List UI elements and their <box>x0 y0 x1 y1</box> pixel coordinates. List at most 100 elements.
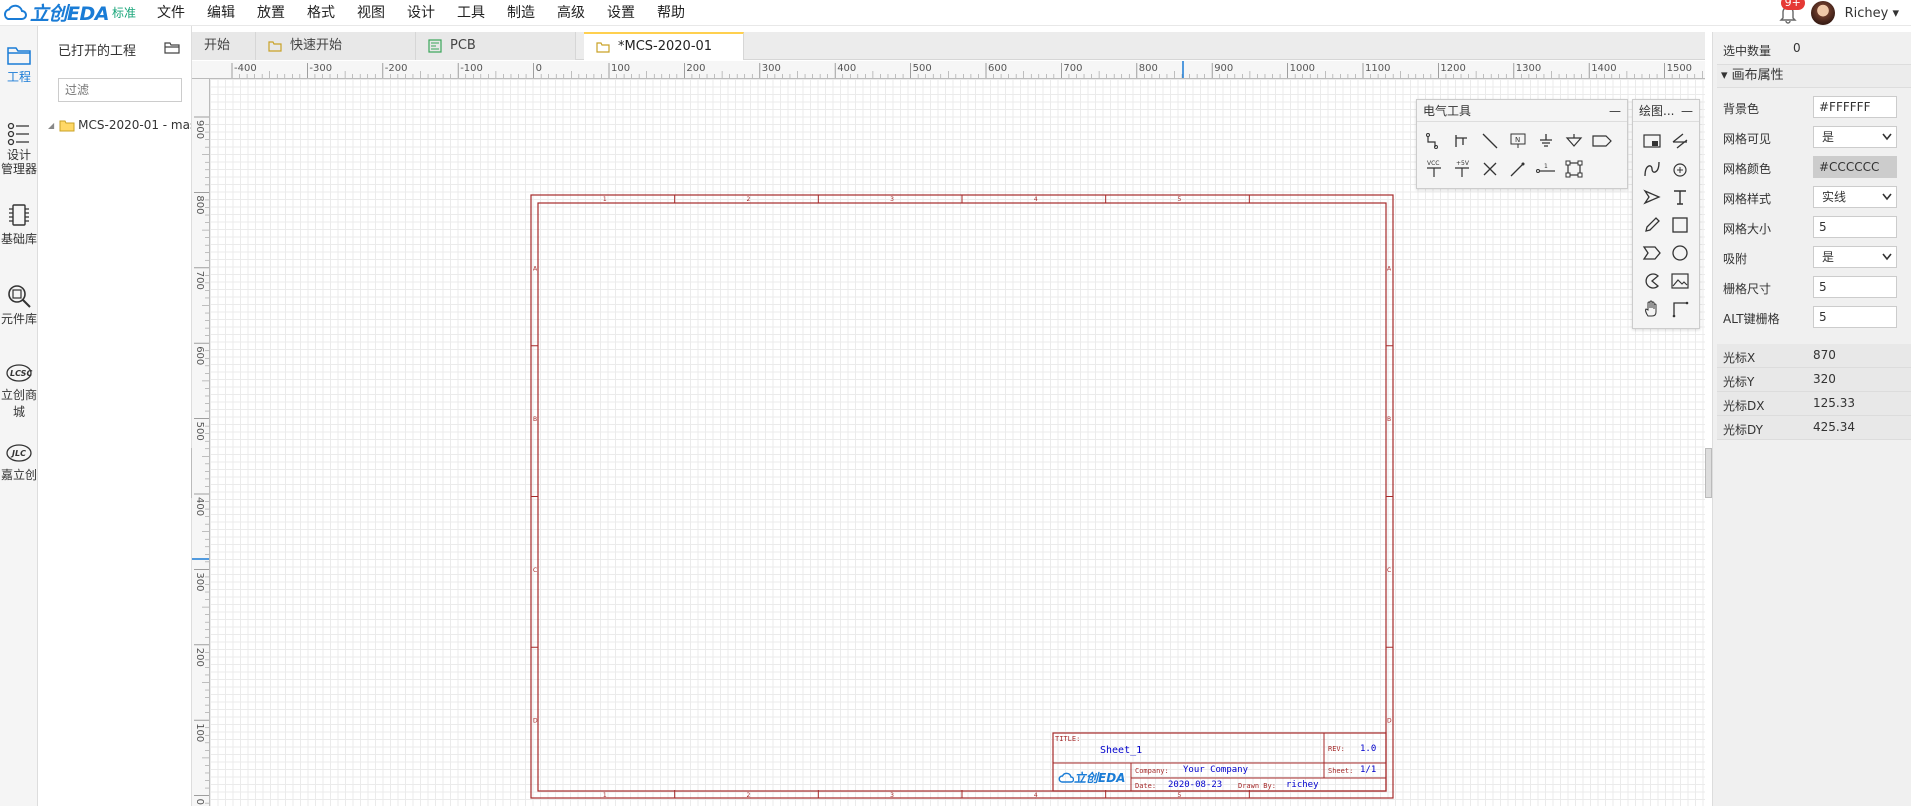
menu-edit[interactable]: 编辑 <box>196 0 246 26</box>
tab-mcs-2020-01[interactable]: *MCS-2020-01 <box>584 32 744 60</box>
user-area: 9+ Richey ▾ <box>1777 0 1899 26</box>
schematic-canvas[interactable]: 1 1 2 2 3 3 4 4 5 5 A A B B C C D D TITLE: Sheet_1 REV: 1… <box>210 79 1705 806</box>
tab-start[interactable]: 开始 <box>192 32 256 60</box>
menu-tools[interactable]: 工具 <box>446 0 496 26</box>
sidebar-item-jlc[interactable]: JLC 嘉立创 <box>0 442 38 483</box>
svg-text:1: 1 <box>1544 163 1548 170</box>
wire-tool-icon[interactable] <box>1421 128 1447 154</box>
ruler-label: 500 <box>913 63 932 74</box>
plus5v-tool-icon[interactable]: +5V <box>1449 156 1475 182</box>
collapse-right-panel-handle[interactable] <box>1705 448 1712 498</box>
image-insert-tool-icon[interactable] <box>1639 128 1665 154</box>
select-value: 实线 <box>1822 190 1847 204</box>
ruler-label: 700 <box>194 271 205 290</box>
menu-file[interactable]: 文件 <box>146 0 196 26</box>
no-connect-tool-icon[interactable] <box>1477 156 1503 182</box>
dimension-tool-icon[interactable] <box>1667 296 1693 322</box>
project-tree-item[interactable]: ◢ MCS-2020-01 - master <box>48 118 191 132</box>
menu-place[interactable]: 放置 <box>246 0 296 26</box>
sidebar-item-basic-library[interactable]: 基础库 <box>0 202 38 247</box>
cursor-dy-row: 光标DY 425.34 <box>1717 416 1911 440</box>
ruler-label: 300 <box>762 63 781 74</box>
ruler-label: 900 <box>194 120 205 139</box>
minimize-icon[interactable]: — <box>1681 100 1693 122</box>
ruler-label: -400 <box>234 63 257 74</box>
expand-triangle-icon[interactable]: ◢ <box>48 121 54 130</box>
snap-select[interactable]: 是 <box>1813 246 1897 268</box>
sidebar-label: 嘉立创 <box>0 468 37 482</box>
circle-tool-icon[interactable] <box>1667 240 1693 266</box>
vcc-tool-icon[interactable]: VCC <box>1421 156 1447 182</box>
folder-icon <box>268 40 282 52</box>
menu-design[interactable]: 设计 <box>396 0 446 26</box>
canvas-properties-section[interactable]: ▾ 画布属性 <box>1717 64 1911 88</box>
text-tool-icon[interactable] <box>1667 184 1693 210</box>
notification-bell-icon[interactable]: 9+ <box>1777 0 1805 24</box>
menu-advanced[interactable]: 高级 <box>546 0 596 26</box>
tab-label: 快速开始 <box>290 38 343 53</box>
polygon-tool-icon[interactable] <box>1639 240 1665 266</box>
background-color-input[interactable]: #FFFFFF <box>1813 96 1897 118</box>
drawn-label: Drawn By: <box>1238 782 1276 790</box>
grid-color-input[interactable]: #CCCCCC <box>1813 156 1897 178</box>
sidebar-item-project[interactable]: 工程 <box>0 44 38 85</box>
open-folder-icon[interactable] <box>164 40 180 54</box>
pan-hand-tool-icon[interactable] <box>1639 296 1665 322</box>
bus-entry-tool-icon[interactable] <box>1477 128 1503 154</box>
snap-size-input[interactable]: 5 <box>1813 276 1897 298</box>
menu-settings[interactable]: 设置 <box>596 0 646 26</box>
title-block-logo: 立创EDA <box>1058 769 1125 786</box>
menu-help[interactable]: 帮助 <box>646 0 696 26</box>
grid-size-input[interactable]: 5 <box>1813 216 1897 238</box>
sidebar-item-lcsc-mall[interactable]: LCSC 立创商城 <box>0 362 38 420</box>
project-filter-input[interactable] <box>58 78 182 102</box>
drawing-tools-header[interactable]: 绘图... — <box>1633 100 1699 122</box>
net-port-tool-icon[interactable] <box>1561 128 1587 154</box>
rectangle-tool-icon[interactable] <box>1667 212 1693 238</box>
vertical-ruler: 900 800 700 600 500 400 300 200 100 0 <box>192 79 210 806</box>
menu-view[interactable]: 视图 <box>346 0 396 26</box>
probe-tool-icon[interactable] <box>1505 156 1531 182</box>
arrow-tool-icon[interactable] <box>1639 184 1665 210</box>
lightning-tool-icon[interactable] <box>1667 128 1693 154</box>
design-manager-icon <box>7 122 29 146</box>
bezier-tool-icon[interactable] <box>1639 156 1665 182</box>
grid-visible-select[interactable]: 是 <box>1813 126 1897 148</box>
user-menu[interactable]: Richey ▾ <box>1845 6 1899 21</box>
left-sidebar: 工程 设计 管理器 基础库 元件库 LCSC 立创商城 JLC 嘉立创 <box>0 26 38 806</box>
tab-quick-start[interactable]: 快速开始 <box>256 32 416 60</box>
arc-tool-icon[interactable] <box>1667 156 1693 182</box>
bus-tool-icon[interactable] <box>1449 128 1475 154</box>
folder-icon <box>596 41 610 53</box>
electrical-tools-title: 电气工具 <box>1423 104 1472 118</box>
app-brand: 立创EDA <box>30 3 109 25</box>
pencil-tool-icon[interactable] <box>1639 212 1665 238</box>
sidebar-item-design-manager[interactable]: 设计 管理器 <box>0 122 38 176</box>
group-tool-icon[interactable] <box>1561 156 1587 182</box>
tab-pcb[interactable]: PCB <box>416 32 576 60</box>
avatar[interactable] <box>1810 1 1835 25</box>
property-label: 背景色 <box>1723 102 1760 116</box>
electrical-tools-header[interactable]: 电气工具 — <box>1417 100 1627 122</box>
chevron-down-icon <box>1882 193 1892 201</box>
minimize-icon[interactable]: — <box>1609 100 1621 122</box>
grid-style-select[interactable]: 实线 <box>1813 186 1897 208</box>
sheet-row-marker: B <box>533 416 537 423</box>
sidebar-item-component-library[interactable]: 元件库 <box>0 282 38 327</box>
alt-snap-input[interactable]: 5 <box>1813 306 1897 328</box>
pie-tool-icon[interactable] <box>1639 268 1665 294</box>
pin-tool-icon[interactable]: 1 <box>1533 156 1559 182</box>
net-flag-tool-icon[interactable] <box>1589 128 1615 154</box>
app-logo: 立创EDA 标准 <box>0 0 136 26</box>
ground-tool-icon[interactable] <box>1533 128 1559 154</box>
properties-panel: 选中数量 0 ▾ 画布属性 背景色 #FFFFFF 网格可见 是 网格颜色 #C… <box>1712 32 1911 806</box>
picture-tool-icon[interactable] <box>1667 268 1693 294</box>
property-label: 吸附 <box>1723 252 1748 266</box>
net-label-tool-icon[interactable]: N <box>1505 128 1531 154</box>
company-label: Company: <box>1135 767 1169 775</box>
menu-format[interactable]: 格式 <box>296 0 346 26</box>
sheet-row-marker: A <box>533 265 538 272</box>
menu-fabrication[interactable]: 制造 <box>496 0 546 26</box>
ruler-label: 1300 <box>1516 63 1541 74</box>
property-grid-visible: 网格可见 是 <box>1713 126 1911 150</box>
